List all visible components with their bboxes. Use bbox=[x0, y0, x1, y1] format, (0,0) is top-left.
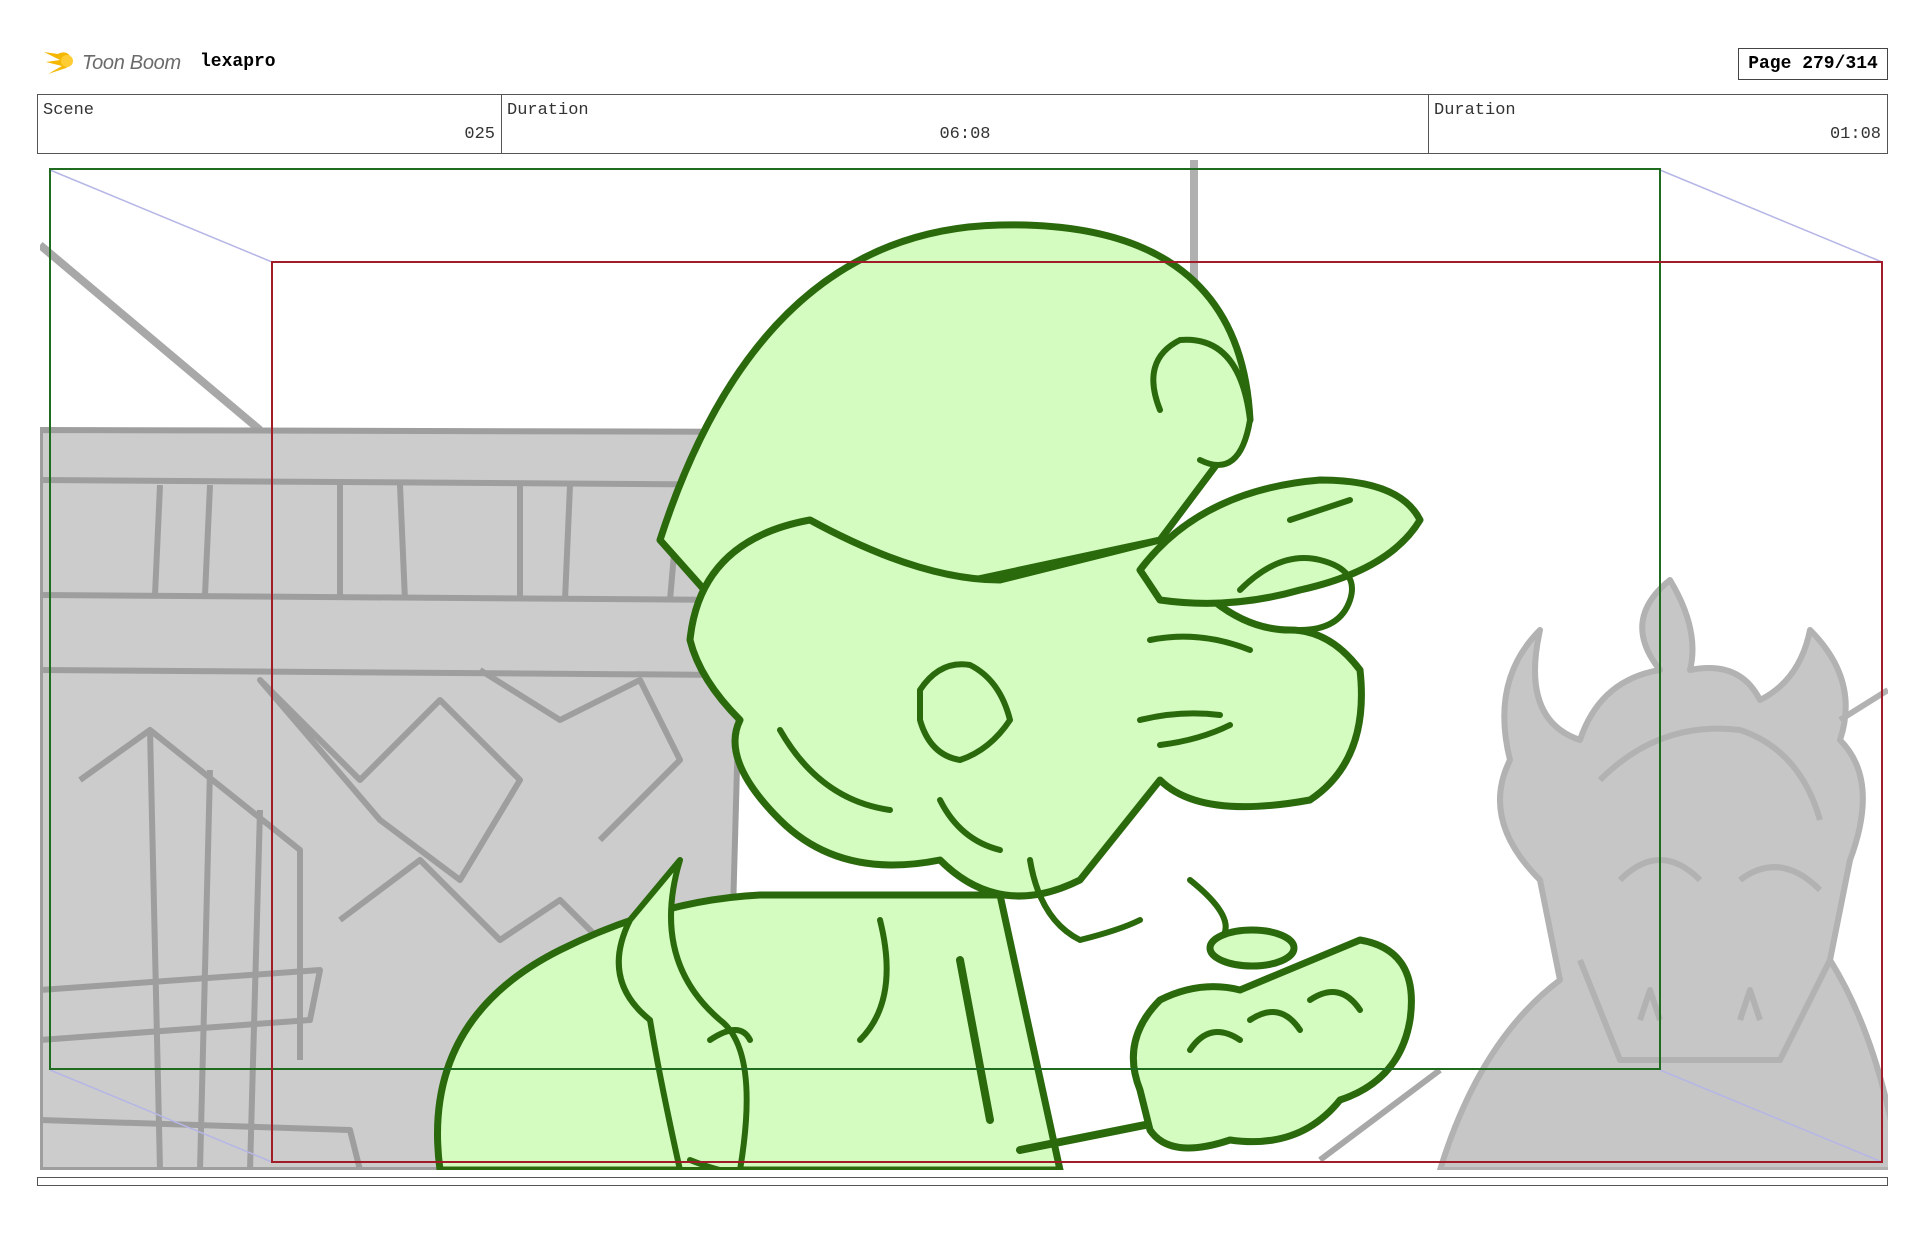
page-indicator: Page 279/314 bbox=[1738, 48, 1888, 80]
caption-box bbox=[37, 1177, 1888, 1186]
brand-name: Toon Boom bbox=[82, 51, 181, 74]
panel-duration-cell: Duration 01:08 bbox=[1429, 95, 1887, 153]
scene-label: Scene bbox=[43, 101, 95, 120]
toon-boom-logo: Toon Boom bbox=[40, 44, 181, 82]
panel-duration-value: 01:08 bbox=[1829, 125, 1881, 144]
duration-cell: Duration 06:08 bbox=[502, 95, 1429, 153]
duration-value: 06:08 bbox=[939, 125, 991, 144]
storyboard-panel bbox=[40, 160, 1888, 1170]
scene-value: 025 bbox=[464, 125, 495, 144]
scene-cell: Scene 025 bbox=[38, 95, 502, 153]
duration-label: Duration bbox=[507, 101, 589, 120]
scene-info-table: Scene 025 Duration 06:08 Duration 01:08 bbox=[37, 94, 1888, 154]
panel-duration-label: Duration bbox=[1434, 101, 1516, 120]
project-name: lexapro bbox=[200, 52, 276, 72]
toon-boom-star-icon bbox=[44, 52, 73, 74]
